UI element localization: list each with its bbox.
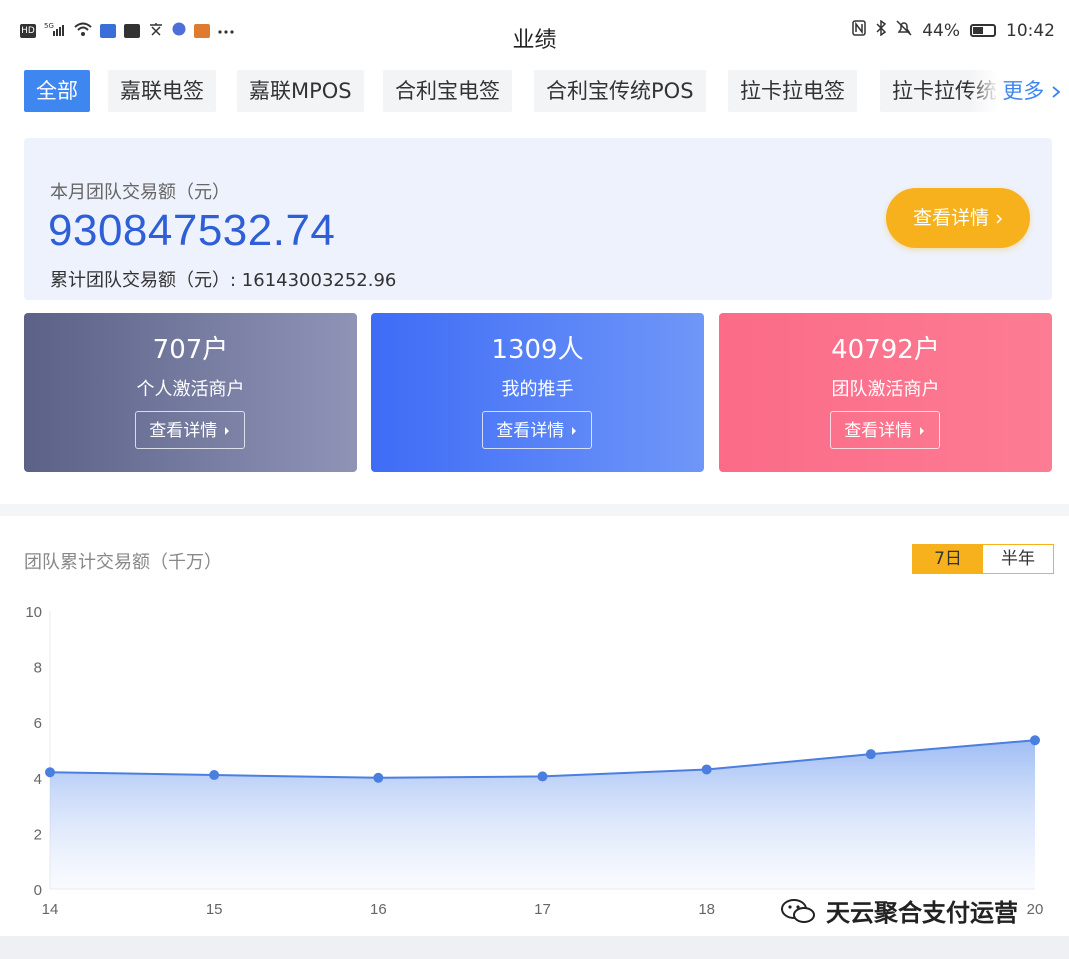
- data-point: [701, 764, 712, 775]
- card-button-label: 查看详情: [496, 421, 565, 441]
- tab-lakala-dianqian[interactable]: 拉卡拉电签: [728, 70, 857, 112]
- data-point: [45, 767, 55, 778]
- wechat-icon: [780, 898, 816, 924]
- card-label: 个人激活商户: [136, 379, 245, 400]
- my-promoters-card: 1309人 我的推手 查看详情: [371, 313, 704, 472]
- x-tick-label: 15: [206, 901, 223, 918]
- x-tick-label: 18: [698, 901, 715, 918]
- summary-detail-label: 查看详情: [912, 207, 989, 229]
- data-point: [373, 772, 384, 783]
- caret-right-icon: [918, 421, 926, 441]
- x-tick-label: 20: [1027, 901, 1044, 918]
- card-value: 707户: [152, 335, 229, 365]
- y-tick-label: 8: [34, 660, 42, 677]
- tabs-fade: [969, 64, 999, 126]
- tab-jialian-dianqian[interactable]: 嘉联电签: [108, 70, 216, 112]
- performance-summary-section: 本月团队交易额（元） 930847532.74 累计团队交易额（元）: 1614…: [0, 126, 1069, 504]
- x-tick-label: 17: [534, 901, 551, 918]
- watermark-text: 天云聚合支付运营: [826, 899, 1018, 927]
- card-button-label: 查看详情: [844, 421, 913, 441]
- clock: 10:42: [1006, 20, 1055, 41]
- battery-icon: [970, 24, 996, 37]
- area-chart: 0 2 4 6 8 10 14 15 16 17 18 20: [25, 604, 1044, 918]
- total-amount-text: 累计团队交易额（元）: 16143003252.96: [50, 270, 397, 291]
- mute-icon: [896, 20, 912, 41]
- chevron-right-icon: [995, 207, 1003, 229]
- cumulative-chart-section: 团队累计交易额（千万） 7日 半年 0 2 4 6 8 10 14 15 16 17 18 20: [0, 516, 1069, 936]
- data-point: [1030, 735, 1040, 746]
- my-promoters-detail-button[interactable]: 查看详情: [482, 411, 592, 449]
- tab-all[interactable]: 全部: [24, 70, 90, 112]
- chevron-right-icon: [1051, 79, 1061, 103]
- y-tick-label: 10: [25, 604, 42, 621]
- data-point: [209, 770, 220, 781]
- footer-strip: [0, 936, 1069, 959]
- team-merchants-card: 40792户 团队激活商户 查看详情: [719, 313, 1052, 472]
- caret-right-icon: [223, 421, 231, 441]
- more-label: 更多: [1002, 79, 1045, 103]
- card-value: 40792户: [831, 335, 940, 365]
- battery-percent: 44%: [922, 20, 960, 41]
- x-tick-label: 16: [370, 901, 387, 918]
- personal-merchants-card: 707户 个人激活商户 查看详情: [24, 313, 357, 472]
- category-tabs: 全部 嘉联电签 嘉联MPOS 合利宝电签 合利宝传统POS 拉卡拉电签 拉卡拉传…: [0, 64, 1069, 126]
- month-amount-label: 本月团队交易额（元）: [50, 182, 230, 203]
- personal-merchants-detail-button[interactable]: 查看详情: [135, 411, 245, 449]
- series-area: [50, 740, 1035, 889]
- tab-jialian-mpos[interactable]: 嘉联MPOS: [237, 70, 364, 112]
- watermark: 天云聚合支付运营: [780, 893, 1018, 928]
- y-tick-label: 0: [34, 882, 42, 899]
- summary-detail-button[interactable]: 查看详情: [886, 188, 1030, 248]
- monthly-summary-card: 本月团队交易额（元） 930847532.74 累计团队交易额（元）: 1614…: [24, 138, 1052, 300]
- more-button[interactable]: 更多: [996, 70, 1061, 112]
- caret-right-icon: [570, 421, 578, 441]
- month-amount-value: 930847532.74: [48, 206, 336, 255]
- card-button-label: 查看详情: [149, 421, 218, 441]
- data-point: [537, 771, 548, 782]
- card-label: 团队激活商户: [831, 379, 940, 400]
- tab-helibao-pos[interactable]: 合利宝传统POS: [534, 70, 706, 112]
- status-bar: HD 5G 业绩 44% 10:42: [0, 0, 1069, 64]
- nfc-icon: [852, 20, 866, 41]
- bluetooth-icon: [876, 19, 887, 41]
- tab-helibao-dianqian[interactable]: 合利宝电签: [383, 70, 512, 112]
- y-tick-label: 2: [34, 826, 42, 843]
- y-tick-label: 4: [34, 771, 42, 788]
- card-value: 1309人: [491, 335, 584, 365]
- y-tick-label: 6: [34, 715, 42, 732]
- status-right-icons: 44% 10:42: [852, 19, 1055, 41]
- team-merchants-detail-button[interactable]: 查看详情: [830, 411, 940, 449]
- data-point: [865, 749, 876, 760]
- x-tick-label: 14: [42, 901, 59, 918]
- card-label: 我的推手: [501, 379, 574, 400]
